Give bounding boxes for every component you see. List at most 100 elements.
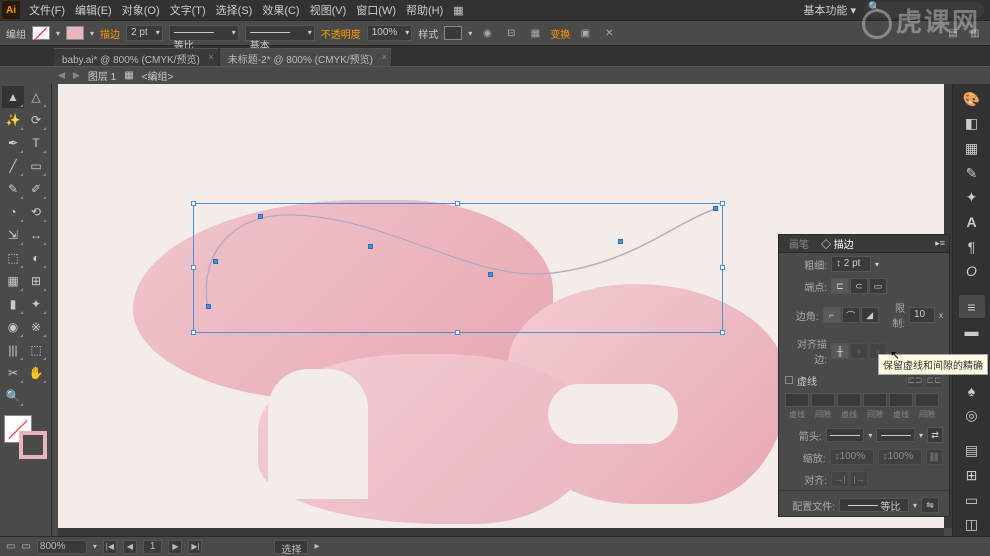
eraser-tool[interactable]: ◔ [2,201,24,223]
mesh-tool[interactable]: ⊞ [25,270,47,292]
breadcrumb-group[interactable]: <编组> [142,68,174,83]
menu-select[interactable]: 选择(S) [211,2,258,18]
selection-tool[interactable]: ▲ [2,86,24,108]
weight-field[interactable]: ↕ 2 pt [831,256,871,272]
close-icon[interactable]: × [209,52,214,62]
artboard-tool[interactable]: ⬚ [25,339,47,361]
cap-round-button[interactable]: ⊂ [850,278,868,294]
align-inside-button[interactable]: ▫ [850,343,868,359]
swap-arrows-button[interactable]: ⇄ [927,427,943,443]
resize-handle[interactable] [720,201,725,206]
menu-type[interactable]: 文字(T) [165,2,211,18]
layers-icon[interactable]: ▤ [959,440,985,463]
workspace-switcher[interactable]: 基本功能 ▾ [803,2,856,18]
style-swatch[interactable] [444,26,462,40]
brush-dropdown[interactable]: 基本 [245,25,315,41]
align2-icon[interactable]: ▦ [526,24,544,42]
forward-icon[interactable]: ▶ [73,70,80,81]
magic-wand-tool[interactable]: ✨ [2,109,24,131]
resize-handle[interactable] [191,330,196,335]
link-scale-button[interactable]: ⛓ [926,449,943,465]
transform-icon[interactable]: ▭ [959,489,985,512]
profile-dropdown[interactable]: 等比 [839,498,909,512]
arrow-end-dropdown[interactable] [876,428,915,442]
appearance-icon[interactable]: ♠ [959,380,985,403]
panel-tab-brushes[interactable]: 画笔 [783,236,815,251]
document-tab-1[interactable]: baby.ai* @ 800% (CMYK/预览)× [54,48,218,66]
isolate-icon[interactable]: ▣ [576,24,594,42]
graphic-styles-icon[interactable]: ◎ [959,404,985,427]
arrow-start-dropdown[interactable] [826,428,865,442]
resize-handle[interactable] [455,330,460,335]
menu-view[interactable]: 视图(V) [305,2,352,18]
back-icon[interactable]: ◀ [58,70,65,81]
swatches-icon[interactable]: ▦ [959,137,985,160]
type-tool[interactable]: T [25,132,47,154]
artboard-number[interactable]: 1 [143,540,163,554]
paintbrush-tool[interactable]: ✎ [2,178,24,200]
resize-handle[interactable] [720,330,725,335]
menu-window[interactable]: 窗口(W) [351,2,401,18]
prev-artboard-button[interactable]: ◀ [123,540,137,554]
symbol-sprayer-tool[interactable]: ※ [25,316,47,338]
direct-selection-tool[interactable]: △ [25,86,47,108]
menu-file[interactable]: 文件(F) [24,2,70,18]
x-icon[interactable]: ✕ [600,24,618,42]
resize-handle[interactable] [191,201,196,206]
stroke-panel-icon[interactable]: ≡ [959,295,985,318]
resize-handle[interactable] [191,265,196,270]
panel-menu-icon[interactable]: ▸≡ [935,238,945,249]
menu-br-icon[interactable]: ▦ [448,4,468,17]
line-tool[interactable]: ╱ [2,155,24,177]
menu-effect[interactable]: 效果(C) [257,2,304,18]
limit-field[interactable]: 10 [909,307,935,323]
gap-field[interactable] [863,393,887,407]
arrow-scale-start[interactable]: ↕100% [830,449,874,465]
recolor-icon[interactable]: ◉ [478,24,496,42]
slice-tool[interactable]: ✂ [2,362,24,384]
width-profile-dropdown[interactable]: 等比 [169,25,239,41]
arrow-align-end-button[interactable]: |→ [850,471,868,487]
next-artboard-button[interactable]: ▶ [168,540,182,554]
stroke-swatch[interactable] [66,26,84,40]
scale-tool[interactable]: ⇲ [2,224,24,246]
rotate-tool[interactable]: ⟲ [25,201,47,223]
eyedropper-tool[interactable]: ✦ [25,293,47,315]
arrow-scale-end[interactable]: ↕100% [878,449,922,465]
gap-field[interactable] [811,393,835,407]
fill-stroke-indicator[interactable] [2,413,49,461]
gradient-tool[interactable]: ▮ [2,293,24,315]
flip-profile-button[interactable]: ⇋ [921,497,939,513]
corner-bevel-button[interactable]: ◢ [861,307,879,323]
corner-miter-button[interactable]: ⌐ [823,307,841,323]
stroke-weight-dropdown[interactable]: 2 pt [126,25,163,41]
search-input[interactable] [864,2,984,18]
pathfinder-icon[interactable]: ◫ [959,513,985,536]
opacity-dropdown[interactable]: 100% [367,25,413,41]
status-dropdown-icon[interactable]: ▸ [314,541,319,552]
align-panel-icon[interactable]: ⊞ [959,464,985,487]
stroke-indicator[interactable] [19,431,47,459]
dash-field[interactable] [889,393,913,407]
horizontal-scrollbar[interactable] [58,528,944,536]
breadcrumb-layer[interactable]: 图层 1 [88,68,116,83]
zoom-level[interactable]: 800% [37,540,87,554]
color-guide-icon[interactable]: ◧ [959,113,985,136]
dash-field[interactable] [785,393,809,407]
cap-butt-button[interactable]: ⊏ [831,278,849,294]
type-panel-icon[interactable]: A [959,211,985,234]
document-tab-2[interactable]: 未标题-2* @ 800% (CMYK/预览)× [220,48,391,66]
rectangle-tool[interactable]: ▭ [25,155,47,177]
opentype-icon[interactable]: O [959,260,985,283]
resize-handle[interactable] [455,201,460,206]
first-artboard-button[interactable]: |◀ [103,540,117,554]
gradient-panel-icon[interactable]: ▬ [959,320,985,343]
gap-field[interactable] [915,393,939,407]
menu-object[interactable]: 对象(O) [117,2,165,18]
hand-tool[interactable]: ✋ [25,362,47,384]
dash-field[interactable] [837,393,861,407]
dashed-checkbox[interactable] [785,376,793,384]
pencil-tool[interactable]: ✐ [25,178,47,200]
color-panel-icon[interactable]: 🎨 [959,88,985,111]
last-artboard-button[interactable]: ▶| [188,540,202,554]
